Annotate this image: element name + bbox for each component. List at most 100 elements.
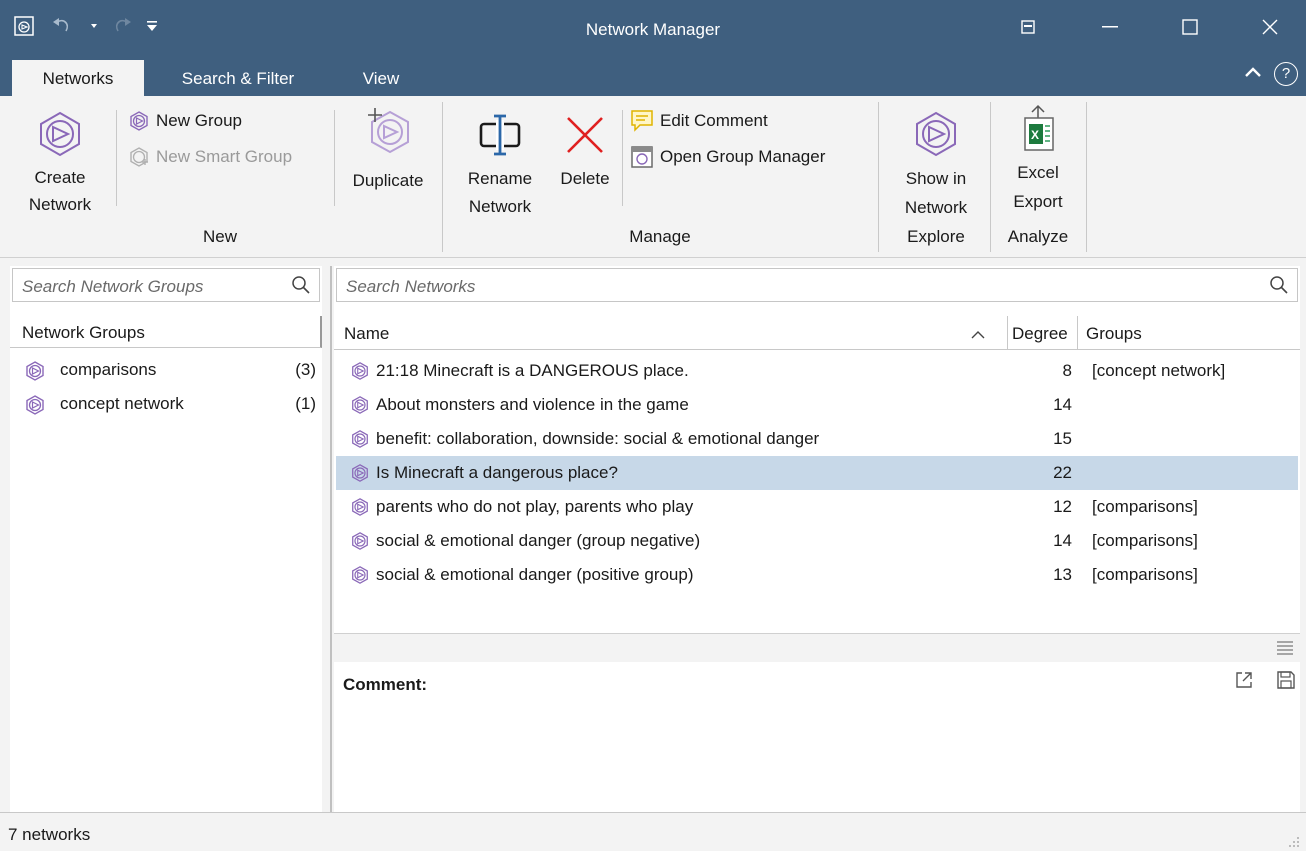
create-network-label-1: Create	[34, 168, 86, 187]
networks-panel: Search Networks Name Degree Groups 21:18…	[334, 266, 1300, 812]
group-count: (3)	[295, 360, 316, 379]
delete-button[interactable]: Delete	[550, 112, 620, 193]
sort-ascending-icon	[970, 326, 986, 346]
network-name: parents who do not play, parents who pla…	[376, 497, 694, 516]
column-header-degree[interactable]: Degree	[1008, 316, 1078, 350]
collapse-ribbon-icon[interactable]	[1244, 64, 1262, 84]
new-group-label: New Group	[156, 111, 242, 130]
svg-text:X: X	[1031, 128, 1039, 142]
table-row[interactable]: parents who do not play, parents who pla…	[336, 490, 1298, 524]
network-icon	[350, 361, 370, 386]
open-group-manager-label: Open Group Manager	[660, 147, 826, 166]
separator	[442, 102, 443, 252]
search-icon[interactable]	[1269, 275, 1289, 300]
maximize-icon[interactable]	[1170, 12, 1210, 42]
create-network-button[interactable]: Create Network	[14, 110, 106, 218]
search-networks-input[interactable]: Search Networks	[336, 268, 1298, 302]
separator	[990, 102, 991, 252]
excel-export-label-2: Export	[1013, 192, 1063, 211]
network-name: social & emotional danger (group negativ…	[376, 531, 701, 550]
rename-label-1: Rename	[467, 169, 533, 188]
ribbon: Create Network New Group New Smart Group…	[0, 96, 1306, 258]
column-header-name-label: Name	[344, 324, 390, 343]
table-row[interactable]: benefit: collaboration, downside: social…	[336, 422, 1298, 456]
new-smart-group-button[interactable]: New Smart Group	[128, 144, 292, 170]
network-name: About monsters and violence in the game	[376, 395, 689, 414]
list-item[interactable]: concept network (1)	[10, 388, 322, 420]
excel-export-button[interactable]: X Excel Export	[994, 104, 1082, 216]
new-smart-group-label: New Smart Group	[156, 147, 293, 166]
list-item[interactable]: comparisons (3)	[10, 354, 322, 386]
separator	[116, 110, 117, 206]
rename-icon	[479, 114, 521, 156]
table-row[interactable]: About monsters and violence in the game 1…	[336, 388, 1298, 422]
network-groups: [comparisons]	[1092, 531, 1198, 550]
network-icon	[350, 395, 370, 420]
network-icon	[130, 147, 148, 167]
table-row[interactable]: social & emotional danger (positive grou…	[336, 558, 1298, 592]
network-degree: 12	[1053, 497, 1072, 516]
search-network-groups-input[interactable]: Search Network Groups	[12, 268, 320, 302]
tab-view[interactable]: View	[346, 60, 416, 96]
group-label-manage: Manage	[629, 227, 691, 246]
ribbon-display-options-icon[interactable]	[1008, 12, 1048, 42]
new-group-button[interactable]: New Group	[128, 108, 242, 134]
separator	[622, 110, 623, 206]
network-groups-header[interactable]: Network Groups	[10, 316, 322, 348]
rename-network-button[interactable]: Rename Network	[452, 112, 548, 220]
minimize-icon[interactable]	[1090, 12, 1130, 42]
save-icon[interactable]	[1276, 670, 1296, 695]
resize-grip-icon[interactable]	[1288, 833, 1300, 851]
network-groups: [concept network]	[1092, 361, 1226, 380]
network-name: 21:18 Minecraft is a DANGEROUS place.	[376, 361, 689, 380]
column-header-name[interactable]: Name	[334, 316, 1008, 350]
menu-lines-icon[interactable]	[1276, 640, 1294, 661]
group-label: concept network	[60, 394, 184, 413]
network-group-icon	[24, 360, 46, 387]
search-network-groups-placeholder: Search Network Groups	[22, 277, 204, 296]
edit-comment-button[interactable]: Edit Comment	[630, 108, 768, 134]
search-icon[interactable]	[291, 275, 311, 300]
network-degree: 15	[1053, 429, 1072, 448]
network-icon	[916, 111, 956, 157]
network-degree: 14	[1053, 531, 1072, 550]
open-group-manager-button[interactable]: Open Group Manager	[630, 144, 825, 170]
column-header-degree-label: Degree	[1012, 324, 1068, 343]
comment-toolbar	[334, 633, 1300, 662]
network-name: social & emotional danger (positive grou…	[376, 565, 694, 584]
panel-splitter[interactable]	[330, 266, 332, 812]
comment-label: Comment:	[343, 675, 428, 694]
network-degree: 8	[1062, 361, 1072, 380]
tab-networks[interactable]: Networks	[12, 60, 144, 96]
duplicate-button[interactable]: Duplicate	[340, 106, 436, 195]
open-external-icon[interactable]	[1234, 670, 1254, 695]
edit-comment-label: Edit Comment	[660, 111, 768, 130]
network-groups: [comparisons]	[1092, 497, 1198, 516]
table-row[interactable]: social & emotional danger (group negativ…	[336, 524, 1298, 558]
rename-label-2: Network	[468, 197, 532, 216]
network-degree: 14	[1053, 395, 1072, 414]
table-row[interactable]: Is Minecraft a dangerous place? 22	[336, 456, 1298, 490]
delete-icon	[567, 117, 603, 153]
show-in-network-button[interactable]: Show in Network	[888, 110, 984, 222]
status-text: 7 networks	[8, 825, 91, 844]
network-groups-header-label: Network Groups	[22, 323, 145, 342]
network-icon	[350, 429, 370, 454]
status-bar: 7 networks	[0, 812, 1306, 851]
tab-search-filter[interactable]: Search & Filter	[160, 60, 316, 96]
create-network-label-2: Network	[28, 195, 92, 214]
help-icon[interactable]: ?	[1274, 62, 1298, 86]
close-icon[interactable]	[1250, 12, 1290, 42]
excel-icon: X	[1024, 104, 1054, 151]
group-label: comparisons	[60, 360, 157, 379]
network-icon	[350, 463, 370, 488]
duplicate-network-icon	[368, 108, 409, 154]
show-in-network-label-2: Network	[904, 198, 968, 217]
comment-icon	[631, 110, 653, 132]
ribbon-tab-bar: Networks Search & Filter View ?	[0, 56, 1306, 96]
table-row[interactable]: 21:18 Minecraft is a DANGEROUS place. 8 [c…	[336, 354, 1298, 388]
separator	[334, 110, 335, 206]
network-icon	[40, 111, 80, 157]
column-header-groups[interactable]: Groups	[1078, 316, 1300, 350]
network-group-icon	[24, 394, 46, 421]
